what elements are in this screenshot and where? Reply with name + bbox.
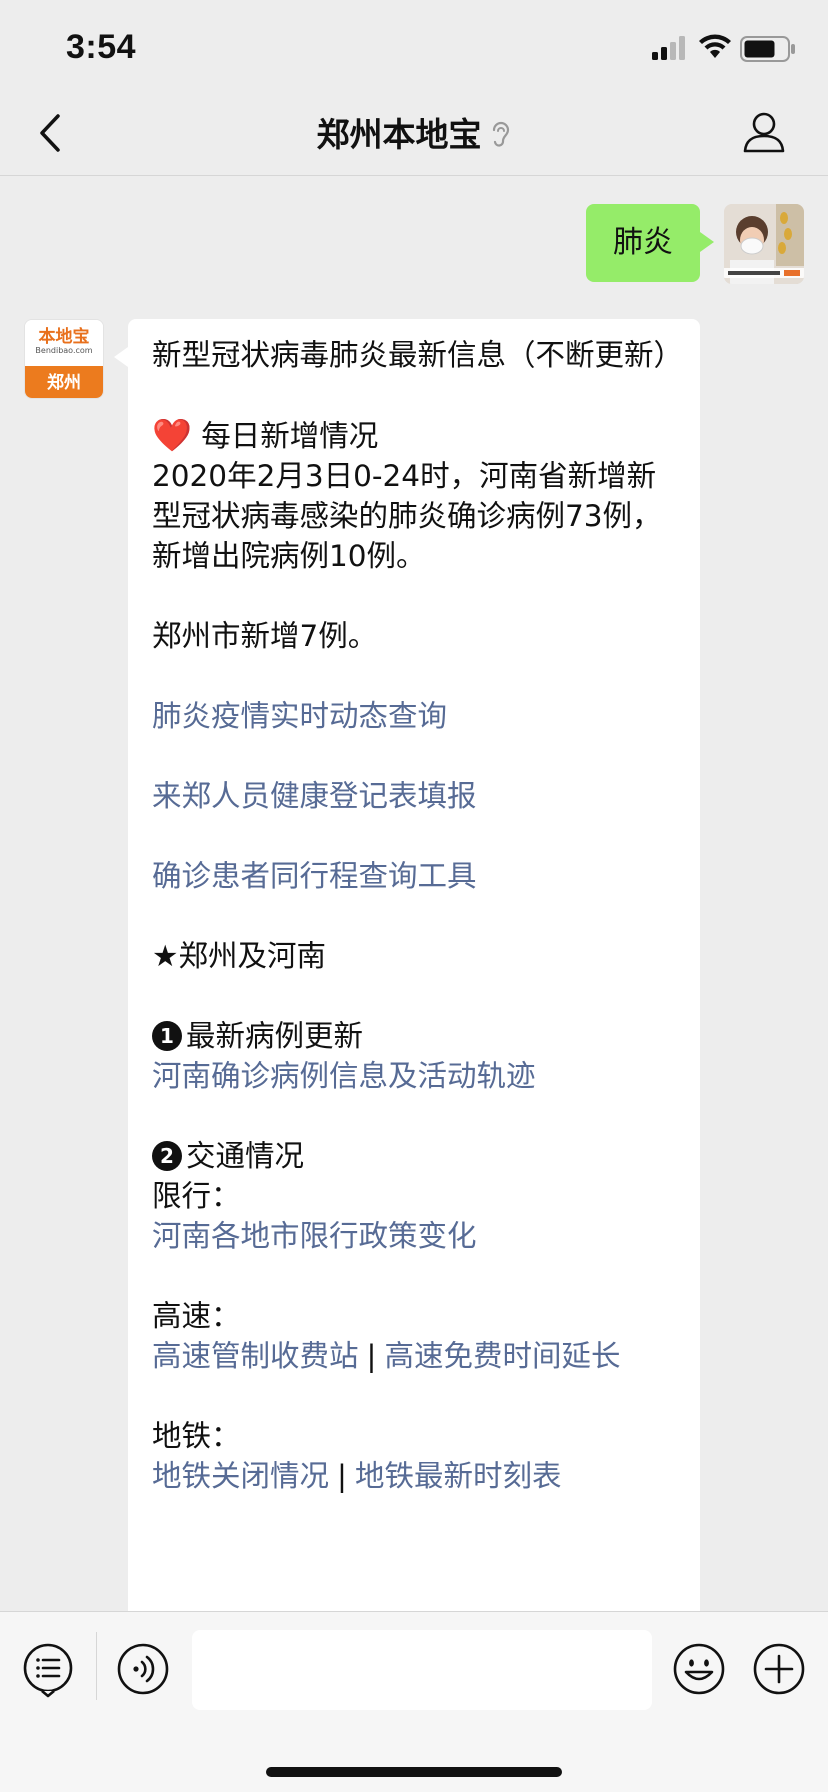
link-restriction-policy[interactable]: 河南各地市限行政策变化	[152, 1216, 676, 1256]
user-avatar[interactable]	[724, 204, 804, 284]
section-zhengzhou-henan: ★郑州及河南	[152, 939, 326, 973]
user-message-bubble[interactable]: 肺炎	[586, 204, 714, 282]
profile-icon[interactable]	[742, 110, 786, 154]
voice-icon[interactable]	[116, 1642, 170, 1696]
metro-links: 地铁关闭情况 | 地铁最新时刻表	[152, 1456, 676, 1496]
input-bar	[0, 1611, 828, 1792]
signal-icon	[652, 36, 685, 60]
nav-title-wrap: 郑州本地宝	[0, 108, 828, 156]
bot-avatar-brand: 本地宝	[38, 327, 90, 347]
user-avatar-photo	[724, 204, 804, 284]
ear-icon	[492, 121, 509, 147]
daily-new-heading: ❤️ 每日新增情况	[152, 416, 379, 454]
bot-avatar-city: 郑州	[25, 366, 103, 398]
input-divider	[96, 1632, 97, 1700]
latest-cases-heading: 1 最新病例更新	[152, 1016, 676, 1056]
link-highway-toll[interactable]: 高速管制收费站	[152, 1339, 359, 1373]
link-highway-free-extension[interactable]: 高速免费时间延长	[384, 1339, 620, 1373]
status-bar: 3:54	[0, 0, 828, 100]
chat-area[interactable]: 肺炎 本地宝 Bendibao.com 郑州 新型冠状病毒肺炎最新信息（不断更新…	[0, 177, 828, 1611]
number-one-badge: 1	[152, 1021, 182, 1051]
wifi-icon	[699, 34, 731, 58]
nav-bar: 郑州本地宝	[0, 90, 828, 176]
bot-message-bubble: 新型冠状病毒肺炎最新信息（不断更新） ❤️ 每日新增情况 2020年2月3日0-…	[114, 319, 700, 1611]
restriction-label: 限行：	[152, 1179, 241, 1213]
link-metro-closure[interactable]: 地铁关闭情况	[152, 1459, 329, 1493]
status-time: 3:54	[66, 28, 137, 66]
highway-links: 高速管制收费站 | 高速免费时间延长	[152, 1336, 676, 1376]
separator: |	[366, 1339, 377, 1373]
chat-title: 郑州本地宝	[316, 115, 482, 154]
separator: |	[337, 1459, 347, 1493]
daily-new-text: 2020年2月3日0-24时，河南省新增新型冠状病毒感染的肺炎确诊病例73例，新…	[152, 459, 662, 573]
link-henan-cases[interactable]: 河南确诊病例信息及活动轨迹	[152, 1056, 676, 1096]
link-same-trip-query[interactable]: 确诊患者同行程查询工具	[152, 856, 676, 896]
bot-avatar-logo: 本地宝 Bendibao.com	[25, 320, 103, 366]
bot-avatar-domain: Bendibao.com	[35, 346, 93, 355]
heart-icon: ❤️	[152, 416, 192, 454]
metro-label: 地铁：	[152, 1419, 241, 1453]
plus-icon[interactable]	[752, 1642, 806, 1696]
menu-icon[interactable]	[22, 1642, 74, 1698]
message-input[interactable]	[192, 1630, 652, 1710]
traffic-heading: 2 交通情况	[152, 1136, 676, 1176]
bot-avatar[interactable]: 本地宝 Bendibao.com 郑州	[24, 319, 104, 399]
emoji-icon[interactable]	[672, 1642, 726, 1696]
link-metro-timetable[interactable]: 地铁最新时刻表	[355, 1459, 562, 1493]
user-message-text: 肺炎	[613, 225, 673, 260]
battery-icon	[740, 36, 795, 62]
highway-label: 高速：	[152, 1299, 241, 1333]
number-two-badge: 2	[152, 1141, 182, 1171]
msg-heading: 新型冠状病毒肺炎最新信息（不断更新）	[152, 338, 684, 372]
zhengzhou-new-text: 郑州市新增7例。	[152, 619, 378, 653]
link-health-registration[interactable]: 来郑人员健康登记表填报	[152, 776, 676, 816]
link-realtime-query[interactable]: 肺炎疫情实时动态查询	[152, 696, 676, 736]
home-indicator[interactable]	[266, 1767, 562, 1777]
